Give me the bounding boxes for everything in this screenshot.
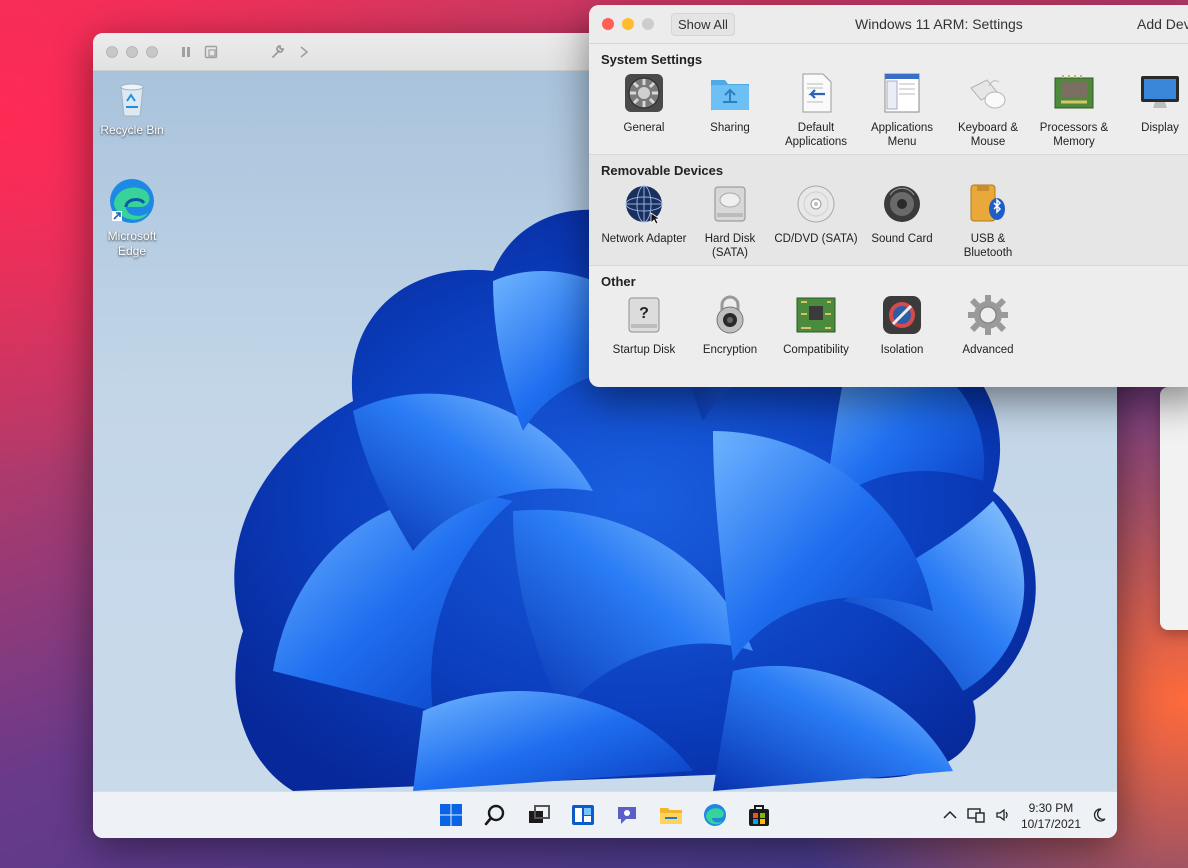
lock-icon [716,295,744,334]
volume-icon[interactable] [995,807,1011,826]
edge-icon [110,179,154,223]
pref-label: Keyboard & Mouse [957,122,1019,148]
pref-general[interactable]: General [601,72,687,149]
pref-label: Sound Card [871,233,933,245]
chevron-up-icon[interactable] [943,809,957,823]
desktop-icon-edge[interactable]: Microsoft Edge [93,177,171,259]
pref-startup-disk[interactable]: ? Startup Disk [601,294,687,357]
general-icon [625,74,663,112]
pref-hard-disk[interactable]: Hard Disk (SATA) [687,183,773,260]
windows-taskbar: 9:30 PM 10/17/2021 [93,791,1117,838]
show-all-button[interactable]: Show All [671,12,735,36]
section-other: Other ? Startup Disk Encryption Compatib… [589,266,1188,387]
desktop-icon-label: Recycle Bin [100,123,164,137]
focus-moon-icon[interactable] [1091,807,1107,826]
settings-window-title: Windows 11 ARM: Settings [855,16,1023,32]
vm-close-button[interactable] [106,45,118,58]
circuit-board-icon [796,297,836,333]
gear-icon [968,295,1008,335]
keyboard-mouse-icon [970,79,1006,109]
chevron-right-icon[interactable] [299,45,309,59]
system-tray: 9:30 PM 10/17/2021 [943,800,1107,832]
pref-label: Encryption [702,344,758,356]
store-icon[interactable] [745,801,772,828]
snapshot-icon[interactable] [204,45,218,59]
pref-cd-dvd[interactable]: CD/DVD (SATA) [773,183,859,260]
pref-label: Sharing [710,122,750,134]
sharing-folder-icon [711,80,749,110]
isolation-icon [883,296,921,334]
network-globe-icon [625,185,663,225]
clock-time: 9:30 PM [1028,801,1074,815]
settings-close-button[interactable] [602,18,614,30]
pref-sound-card[interactable]: Sound Card [859,183,945,260]
pref-label: Advanced [962,344,1014,356]
task-view-icon[interactable] [525,801,552,828]
applications-menu-icon [884,73,920,113]
pref-display[interactable]: Display [1117,72,1188,149]
settings-window: Show All Windows 11 ARM: Settings Add De… [589,5,1188,387]
pref-label: Network Adapter [601,233,687,245]
vm-zoom-button[interactable] [146,45,158,58]
pref-isolation[interactable]: Isolation [859,294,945,357]
hard-disk-icon [714,186,746,222]
search-icon[interactable] [481,801,508,828]
section-removable-devices: Removable Devices Network Adapter Hard D… [589,155,1188,266]
startup-disk-icon: ? [628,297,660,333]
desktop-icon-recycle-bin[interactable]: Recycle Bin [93,79,171,138]
pref-keyboard-mouse[interactable]: Keyboard & Mouse [945,72,1031,149]
processor-icon [1054,75,1094,109]
pref-sharing[interactable]: Sharing [687,72,773,149]
section-title: Removable Devices [601,163,724,178]
edge-icon[interactable] [701,801,728,828]
section-system-settings: System Settings General Sharing Default … [589,44,1188,155]
add-device-button[interactable]: Add Dev [1137,16,1188,32]
usb-bluetooth-icon [970,184,1005,222]
default-applications-icon [802,73,832,113]
section-title: System Settings [601,52,703,67]
file-explorer-icon[interactable] [657,801,684,828]
teams-chat-icon[interactable] [613,801,640,828]
taskbar-clock[interactable]: 9:30 PM 10/17/2021 [1021,800,1081,832]
pref-label: Startup Disk [612,344,676,356]
pref-label: Processors & Memory [1039,122,1109,148]
background-window [1160,387,1188,630]
section-title: Other [601,274,636,289]
desktop-icon-label: Microsoft Edge [107,229,157,258]
windows-start-icon[interactable] [437,801,464,828]
pref-applications-menu[interactable]: Applications Menu [859,72,945,149]
pref-label: Compatibility [783,344,849,356]
display-icon [1141,76,1179,108]
pref-advanced[interactable]: Advanced [945,294,1031,357]
pref-label: Applications Menu [870,122,933,148]
vm-minimize-button[interactable] [126,45,138,58]
wrench-icon[interactable] [270,44,285,59]
settings-minimize-button[interactable] [622,18,634,30]
pref-network-adapter[interactable]: Network Adapter [601,183,687,260]
recycle-bin-icon [120,83,144,117]
pref-label: CD/DVD (SATA) [774,233,858,245]
settings-zoom-button[interactable] [642,18,654,30]
pref-encryption[interactable]: Encryption [687,294,773,357]
cd-dvd-icon [797,185,835,223]
pref-usb-bluetooth[interactable]: USB & Bluetooth [945,183,1031,260]
pref-label: USB & Bluetooth [963,233,1013,259]
svg-text:?: ? [639,305,649,322]
pref-processors-memory[interactable]: Processors & Memory [1031,72,1117,149]
pause-icon[interactable] [180,46,192,58]
pref-default-applications[interactable]: Default Applications [773,72,859,149]
pref-label: Hard Disk (SATA) [704,233,756,259]
pref-label: Default Applications [784,122,847,148]
speaker-icon [884,186,920,222]
network-icon[interactable] [967,807,985,826]
clock-date: 10/17/2021 [1020,817,1081,831]
pref-label: Isolation [880,344,924,356]
pref-compatibility[interactable]: Compatibility [773,294,859,357]
settings-titlebar: Show All Windows 11 ARM: Settings Add De… [589,5,1188,44]
pref-label: General [623,122,665,134]
pref-label: Display [1141,122,1179,134]
widgets-icon[interactable] [569,801,596,828]
